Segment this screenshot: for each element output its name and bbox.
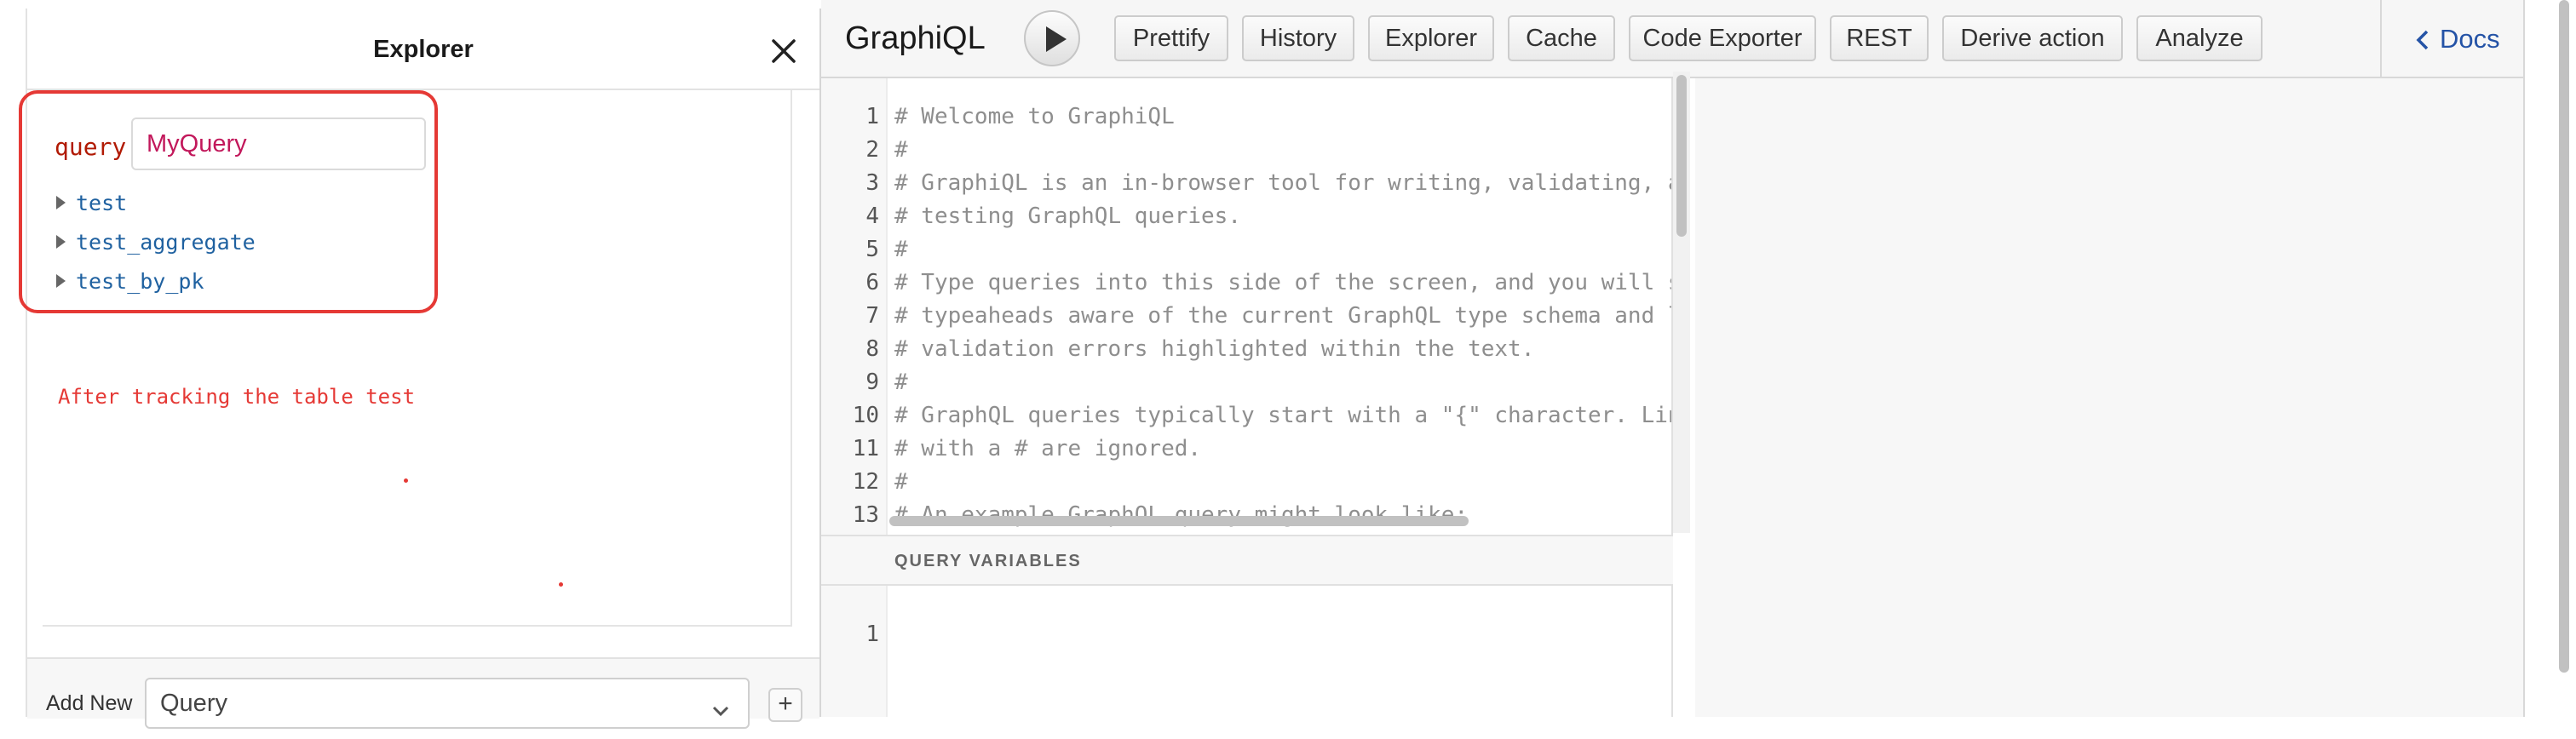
editor-horizontal-scrollbar[interactable]	[889, 516, 1469, 526]
line-number: 1	[865, 104, 879, 129]
field-row-test-aggregate[interactable]: test_aggregate	[56, 230, 256, 255]
line-number: 5	[865, 237, 879, 262]
analyze-button[interactable]: Analyze	[2136, 15, 2263, 61]
line-number-gutter: 1	[821, 586, 888, 717]
query-variables-header[interactable]: QUERY VARIABLES	[821, 535, 1673, 586]
app-title: GraphiQL	[845, 20, 986, 56]
explorer-footer: Add New Query +	[27, 657, 819, 729]
operation-type-value: Query	[160, 690, 227, 717]
line-number: 12	[852, 469, 879, 495]
line-number-gutter: 1 2 3 4 5 6 7 8 9 10 11 12 13	[821, 78, 888, 535]
field-label: test_by_pk	[76, 269, 204, 294]
add-new-label: Add New	[46, 691, 133, 715]
play-icon	[1046, 26, 1067, 52]
divider	[2523, 0, 2525, 717]
execute-query-button[interactable]	[1024, 10, 1080, 66]
annotation-note: After tracking the table test	[58, 385, 416, 409]
code-line: # typeaheads aware of the current GraphQ…	[894, 303, 1671, 329]
explorer-tree: query test test_aggregate test_by_pk	[43, 90, 792, 627]
code-line: # GraphQL queries typically start with a…	[894, 403, 1671, 428]
result-pane	[1695, 78, 2525, 717]
docs-label: Docs	[2440, 24, 2500, 54]
query-variables-editor[interactable]: 1	[821, 586, 1673, 717]
prettify-button[interactable]: Prettify	[1114, 15, 1228, 61]
code-line: # validation errors highlighted within t…	[894, 336, 1535, 362]
line-number: 1	[865, 622, 879, 647]
add-new-button[interactable]: +	[768, 688, 802, 722]
operation-type-select[interactable]: Query	[145, 678, 750, 729]
chevron-down-icon	[709, 691, 733, 739]
code-line: # Welcome to GraphiQL	[894, 104, 1175, 129]
operation-name-input[interactable]	[131, 117, 426, 170]
explorer-title: Explorer	[373, 36, 474, 63]
operation-keyword: query	[55, 133, 127, 161]
line-number: 3	[865, 170, 879, 196]
code-line: #	[894, 469, 908, 495]
expand-arrow-icon	[56, 274, 66, 288]
line-number: 4	[865, 203, 879, 229]
query-variables-title: QUERY VARIABLES	[894, 552, 1082, 570]
explorer-button[interactable]: Explorer	[1368, 15, 1494, 61]
code-line: #	[894, 370, 908, 395]
graphiql-toolbar: GraphiQL Prettify History Explorer Cache…	[821, 0, 2525, 78]
line-number: 9	[865, 370, 879, 395]
code-line: # Type queries into this side of the scr…	[894, 270, 1671, 295]
history-button[interactable]: History	[1242, 15, 1354, 61]
line-number: 6	[865, 270, 879, 295]
annotation-dot	[404, 478, 408, 483]
line-number: 7	[865, 303, 879, 329]
chevron-left-icon	[2414, 29, 2431, 55]
derive-action-button[interactable]: Derive action	[1942, 15, 2123, 61]
rest-button[interactable]: REST	[1830, 15, 1929, 61]
expand-arrow-icon	[56, 235, 66, 249]
close-icon[interactable]	[767, 34, 801, 68]
line-number: 10	[852, 403, 879, 428]
line-number: 13	[852, 502, 879, 528]
field-label: test	[76, 191, 128, 215]
code-line: # with a # are ignored.	[894, 436, 1202, 461]
field-row-test-by-pk[interactable]: test_by_pk	[56, 269, 204, 294]
field-label: test_aggregate	[76, 230, 256, 255]
docs-button[interactable]: Docs	[2380, 0, 2525, 77]
cache-button[interactable]: Cache	[1508, 15, 1615, 61]
code-exporter-button[interactable]: Code Exporter	[1629, 15, 1816, 61]
line-number: 8	[865, 336, 879, 362]
code-line: # testing GraphQL queries.	[894, 203, 1241, 229]
code-line: #	[894, 137, 908, 163]
explorer-panel: Explorer query test test_aggregate test_…	[26, 9, 821, 729]
line-number: 2	[865, 137, 879, 163]
code-line: # GraphiQL is an in-browser tool for wri…	[894, 170, 1673, 196]
annotation-dot	[559, 582, 563, 587]
line-number: 11	[852, 436, 879, 461]
explorer-header: Explorer	[27, 9, 819, 90]
editor-vertical-scrollbar[interactable]	[1676, 75, 1687, 237]
page-scrollbar[interactable]	[2559, 0, 2569, 673]
code-line: #	[894, 237, 908, 262]
query-editor[interactable]: 1 2 3 4 5 6 7 8 9 10 11 12 13 # Welcome …	[821, 78, 1673, 535]
field-row-test[interactable]: test	[56, 191, 127, 215]
expand-arrow-icon	[56, 196, 66, 209]
